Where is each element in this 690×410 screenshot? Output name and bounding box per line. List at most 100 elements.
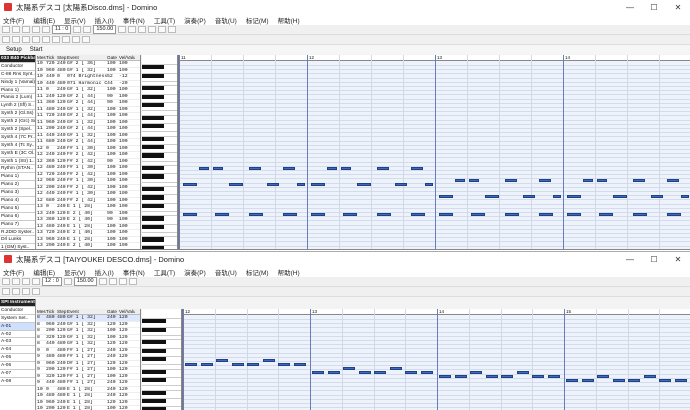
midi-note[interactable]	[439, 375, 451, 378]
menu-item[interactable]: 事件(N)	[123, 15, 145, 25]
track-item[interactable]: Piano 1)	[0, 87, 35, 95]
midi-note[interactable]	[597, 375, 609, 378]
loop-icon[interactable]	[168, 26, 177, 33]
midi-note[interactable]	[597, 179, 607, 182]
quantize-icon[interactable]	[12, 36, 20, 43]
menu-item[interactable]: 插入(I)	[95, 267, 114, 277]
select-icon[interactable]	[118, 278, 127, 285]
track-item[interactable]: A-02	[0, 331, 35, 339]
midi-note[interactable]	[505, 179, 517, 182]
quantize-icon[interactable]	[12, 288, 20, 295]
close-button[interactable]: ✕	[666, 255, 690, 264]
track-item[interactable]: Pianio 2 (Lum)	[0, 94, 35, 103]
metronome-icon[interactable]	[52, 36, 60, 43]
midi-note[interactable]	[249, 167, 261, 170]
midi-note[interactable]	[505, 213, 519, 216]
column-header[interactable]: Tick	[46, 55, 57, 60]
event-row[interactable]: 13440240E 1 [ 28]100100	[37, 250, 140, 251]
track-item[interactable]: Lynth 2 (Sfl) S..	[0, 102, 35, 111]
track-item[interactable]: A-06	[0, 362, 35, 371]
midi-note[interactable]	[454, 375, 467, 378]
track-item[interactable]: A-01	[0, 322, 35, 331]
grid-icon[interactable]	[128, 278, 137, 285]
midi-note[interactable]	[583, 179, 593, 182]
maximize-button[interactable]: ☐	[642, 255, 666, 264]
track-item[interactable]: Piano 6)	[0, 213, 35, 221]
note-length-icon[interactable]	[2, 36, 10, 43]
midi-note[interactable]	[283, 213, 297, 216]
track-item[interactable]: 1 (GM) Syst..	[0, 244, 35, 249]
midi-note[interactable]	[425, 183, 433, 186]
track-item[interactable]: Piano 5)	[0, 205, 35, 213]
track-item[interactable]: R.2DID Syster..	[0, 229, 35, 237]
midi-note[interactable]	[357, 183, 371, 186]
velocity-icon[interactable]	[22, 36, 30, 43]
tempo-display-2[interactable]: 150.00	[73, 277, 97, 286]
grid-icon[interactable]	[158, 26, 167, 33]
midi-note[interactable]	[341, 167, 351, 170]
pencil-icon[interactable]	[118, 26, 127, 33]
track-item[interactable]: Drl Lunks	[0, 236, 35, 245]
menu-item[interactable]: 演奏(P)	[184, 267, 206, 277]
midi-note[interactable]	[613, 195, 627, 198]
midi-note[interactable]	[231, 363, 244, 366]
midi-note[interactable]	[183, 183, 197, 186]
measure-display[interactable]: 11 : 0	[52, 25, 72, 34]
midi-note[interactable]	[470, 371, 482, 374]
redo-icon[interactable]	[42, 26, 50, 33]
midi-note[interactable]	[471, 213, 485, 216]
midi-note[interactable]	[469, 179, 479, 182]
menu-item[interactable]: 编辑(E)	[33, 267, 55, 277]
midi-note[interactable]	[681, 195, 689, 198]
column-header[interactable]: Step	[57, 55, 67, 60]
midi-note[interactable]	[343, 367, 355, 370]
column-header[interactable]: Event	[67, 309, 107, 314]
close-button[interactable]: ✕	[666, 3, 690, 12]
column-header[interactable]: Gate	[107, 55, 119, 60]
menu-item[interactable]: 标记(M)	[246, 267, 269, 277]
column-header[interactable]: Event	[67, 55, 107, 60]
menu-item[interactable]: 标记(M)	[246, 15, 269, 25]
midi-note[interactable]	[667, 179, 679, 182]
midi-note[interactable]	[667, 213, 681, 216]
track-item[interactable]: Piano 3)	[0, 189, 35, 198]
tempo-display[interactable]: 150.00	[93, 25, 117, 34]
snap-icon[interactable]	[42, 36, 50, 43]
piano-keyboard-2[interactable]	[142, 309, 182, 410]
zoom-icon[interactable]	[148, 26, 157, 33]
minimize-button[interactable]: —	[618, 3, 642, 12]
stop-icon[interactable]	[83, 26, 92, 33]
track-item[interactable]: A-04	[0, 346, 35, 355]
midi-note[interactable]	[539, 213, 553, 216]
midi-note[interactable]	[532, 375, 544, 378]
midi-note[interactable]	[566, 379, 578, 382]
midi-note[interactable]	[567, 213, 581, 216]
track-item[interactable]: A-08	[0, 378, 35, 386]
menu-item[interactable]: 帮助(H)	[278, 267, 300, 277]
measure-display-2[interactable]: 12 : 0	[42, 277, 62, 286]
midi-note[interactable]	[567, 195, 581, 198]
column-header[interactable]: Gate	[107, 309, 119, 314]
piano-keyboard[interactable]	[142, 55, 178, 249]
midi-note[interactable]	[247, 363, 259, 366]
gate-icon[interactable]	[32, 288, 40, 295]
maximize-button[interactable]: ☐	[642, 3, 666, 12]
eraser-icon[interactable]	[128, 26, 137, 33]
open-file-icon[interactable]	[12, 26, 20, 33]
menu-item[interactable]: 显示(V)	[64, 267, 86, 277]
midi-note[interactable]	[547, 375, 560, 378]
track-item[interactable]: A-03	[0, 338, 35, 347]
midi-note[interactable]	[523, 195, 535, 198]
new-file-icon[interactable]	[2, 26, 10, 33]
midi-note[interactable]	[643, 375, 656, 378]
track-item[interactable]: Synth E (3C Ol..	[0, 150, 35, 158]
midi-note[interactable]	[183, 213, 197, 216]
midi-note[interactable]	[633, 213, 647, 216]
open-file-icon[interactable]	[12, 278, 20, 285]
midi-note[interactable]	[262, 359, 275, 362]
midi-note[interactable]	[439, 195, 453, 198]
track-item[interactable]: A-05	[0, 354, 35, 363]
menu-item[interactable]: 插入(I)	[95, 15, 114, 25]
play-icon[interactable]	[63, 278, 72, 285]
midi-note[interactable]	[501, 375, 513, 378]
